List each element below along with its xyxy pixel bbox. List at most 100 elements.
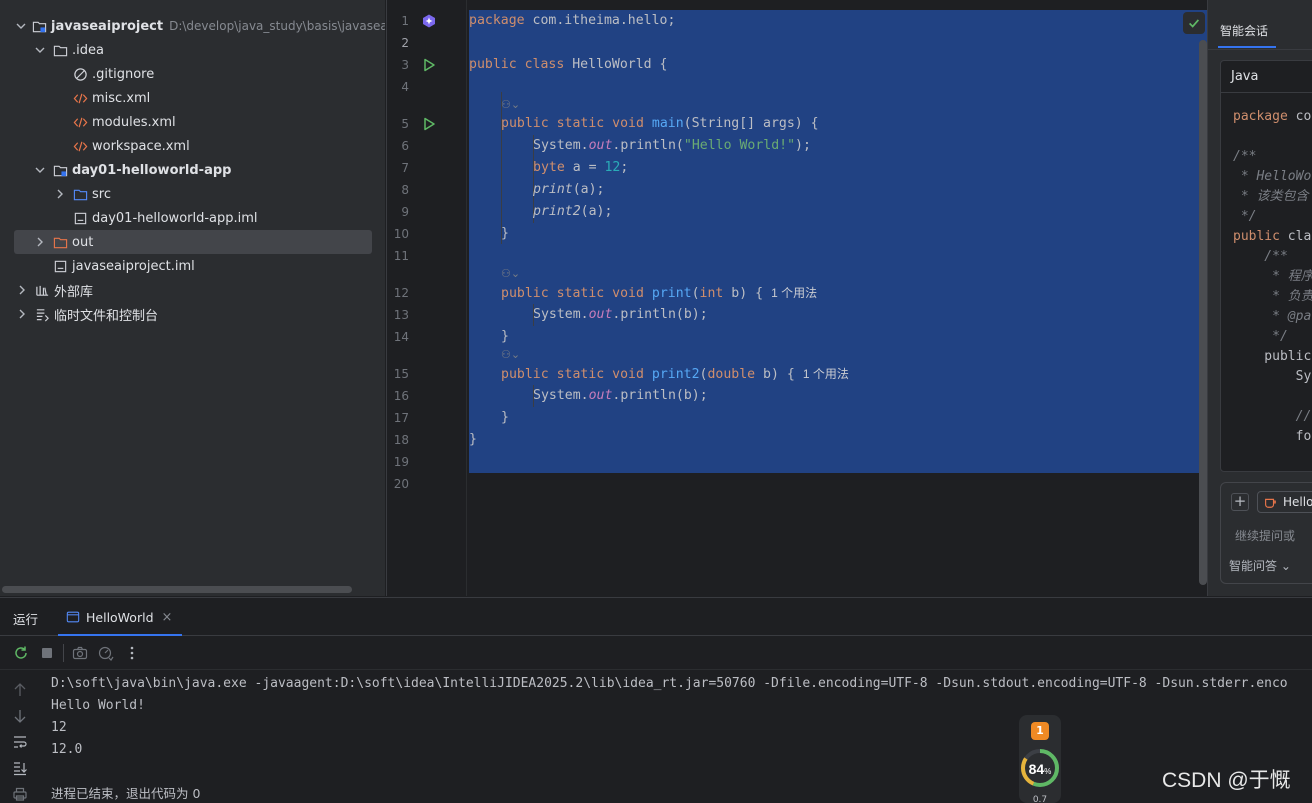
profiler-icon[interactable] [98,645,114,661]
console-output-line: 进程已结束，退出代码为 0 [51,786,201,801]
arrow-up-icon[interactable] [12,682,28,698]
line-number: 4 [401,80,409,94]
code-block-header: Java [1221,61,1312,93]
chat-input-placeholder[interactable]: 继续提问或 [1235,527,1295,544]
run-gutter-icon[interactable] [421,57,437,73]
chat-mode-dropdown[interactable]: 智能问答 ⌄ [1229,557,1291,574]
ai-code-line: // [1233,409,1312,424]
codelens-icon[interactable]: ⚇⌄ [501,98,520,112]
tree-item-root[interactable]: javaseaiproject D:\develop\java_study\ba… [0,14,385,38]
badge-subvalue: 0.7 [1032,795,1048,803]
add-context-button[interactable]: + [1231,493,1249,511]
code-language-label: Java [1231,69,1259,84]
chevron-down-icon[interactable] [16,20,26,32]
ai-code-line: public [1233,349,1312,364]
tree-item-gitignore[interactable]: .gitignore [0,62,385,86]
tab-label: HelloWorld [86,609,154,625]
console-output-line: D:\soft\java\bin\java.exe -javaagent:D:\… [51,676,1288,691]
ai-code-line: package co [1233,109,1312,124]
arrow-down-icon[interactable] [12,708,28,724]
chevron-right-icon[interactable] [34,236,46,248]
code-line-18: } [469,432,477,447]
tree-item-workspace-xml[interactable]: workspace.xml [0,134,385,158]
source-folder-icon [72,186,88,202]
ignored-file-icon [72,66,88,82]
rerun-icon[interactable] [13,645,29,661]
tree-item-label: 外部库 [54,284,94,300]
tree-item-modules-xml[interactable]: modules.xml [0,110,385,134]
tree-item-scratches[interactable]: 临时文件和控制台 [0,302,385,326]
ai-code-line: * @pa [1233,309,1312,324]
code-line-7: byte a = 12; [533,160,629,175]
chevron-down-icon[interactable] [34,44,46,56]
tree-item-project-iml[interactable]: javaseaiproject.iml [0,254,385,278]
run-tool-window: 运行 HelloWorld × D:\soft\java\bin\java.ex… [0,597,1312,803]
line-number: 8 [401,183,409,197]
code-line-16: System.out.println(b); [533,388,708,403]
tree-item-module-iml[interactable]: day01-helloworld-app.iml [0,206,385,230]
context-file-label: Hello [1283,495,1312,509]
tree-item-label: src [92,186,111,202]
line-number: 3 [401,58,409,72]
tree-item-module[interactable]: day01-helloworld-app [0,158,385,182]
chevron-right-icon[interactable] [16,284,28,296]
line-number: 18 [393,433,409,447]
tree-item-label: javaseaiproject.iml [72,258,195,274]
java-class-icon [1265,498,1276,508]
code-line-3: public class HelloWorld { [469,57,668,72]
run-gutter-icon[interactable] [421,116,437,132]
chevron-down-icon[interactable] [34,164,46,176]
chevron-right-icon[interactable] [54,188,66,200]
vertical-scrollbar[interactable] [1199,40,1207,585]
context-file-chip[interactable]: Hello [1257,491,1312,513]
iml-file-icon [52,258,68,274]
tab-helloworld[interactable]: HelloWorld × [58,598,182,636]
console-icon [66,611,80,623]
module-folder-icon [32,18,47,34]
notification-count-badge: 1 [1031,722,1049,740]
project-tool-window: javaseaiproject D:\develop\java_study\ba… [0,0,385,596]
tree-item-label: modules.xml [92,114,176,130]
soft-wrap-icon[interactable] [12,734,28,750]
tab-ai-chat[interactable]: 智能会话 [1220,22,1268,39]
scroll-to-end-icon[interactable] [12,760,28,776]
code-editor[interactable]: 1 2 3 4 5 6 7 8 9 10 11 12 13 14 15 16 1… [386,0,1207,596]
line-number: 5 [401,117,409,131]
line-number: 1 [401,14,409,28]
horizontal-scrollbar[interactable] [2,586,352,593]
checkmark-icon [1189,19,1200,28]
xml-file-icon [72,114,88,130]
tree-item-misc-xml[interactable]: misc.xml [0,86,385,110]
editor-gutter: 1 2 3 4 5 6 7 8 9 10 11 12 13 14 15 16 1… [387,0,467,596]
chevron-right-icon[interactable] [16,308,28,320]
codelens-icon[interactable]: ⚇⌄ [501,348,520,362]
line-number: 20 [393,477,409,491]
module-folder-icon [52,162,68,178]
print-icon[interactable] [12,786,28,802]
run-header: 运行 HelloWorld × [0,598,1312,636]
score-value: 84% [1028,761,1052,777]
tree-item-out[interactable]: out [14,230,372,254]
code-line-15: public static void print2(double b) {1 个… [501,367,849,382]
ai-chat-input[interactable]: + Hello 继续提问或 智能问答 ⌄ [1220,482,1312,584]
console-output-line: 12.0 [51,742,83,757]
tree-item-src[interactable]: src [0,182,385,206]
codelens-icon[interactable]: ⚇⌄ [501,267,520,281]
code-area[interactable]: package com.itheima.hello; public class … [468,0,1207,596]
line-number: 19 [393,455,409,469]
ai-assistant-icon[interactable] [421,13,437,29]
inspection-status-button[interactable] [1183,12,1205,34]
tree-item-label: .gitignore [92,66,155,82]
usages-hint[interactable]: 1 个用法 [803,367,849,381]
close-icon[interactable]: × [162,610,173,625]
performance-widget[interactable]: 1 84% 0.7 [1019,715,1061,803]
more-options-icon[interactable] [124,645,140,661]
stop-icon[interactable] [39,645,55,661]
tree-item-label: 临时文件和控制台 [54,308,159,324]
tree-item-idea[interactable]: .idea [0,38,385,62]
usages-hint[interactable]: 1 个用法 [771,286,817,300]
camera-icon[interactable] [72,645,88,661]
tree-item-external-libraries[interactable]: 外部库 [0,278,385,302]
project-path: D:\develop\java_study\basis\javaseaipro [169,19,385,33]
ai-code-line: * 该类包含 [1233,189,1309,204]
